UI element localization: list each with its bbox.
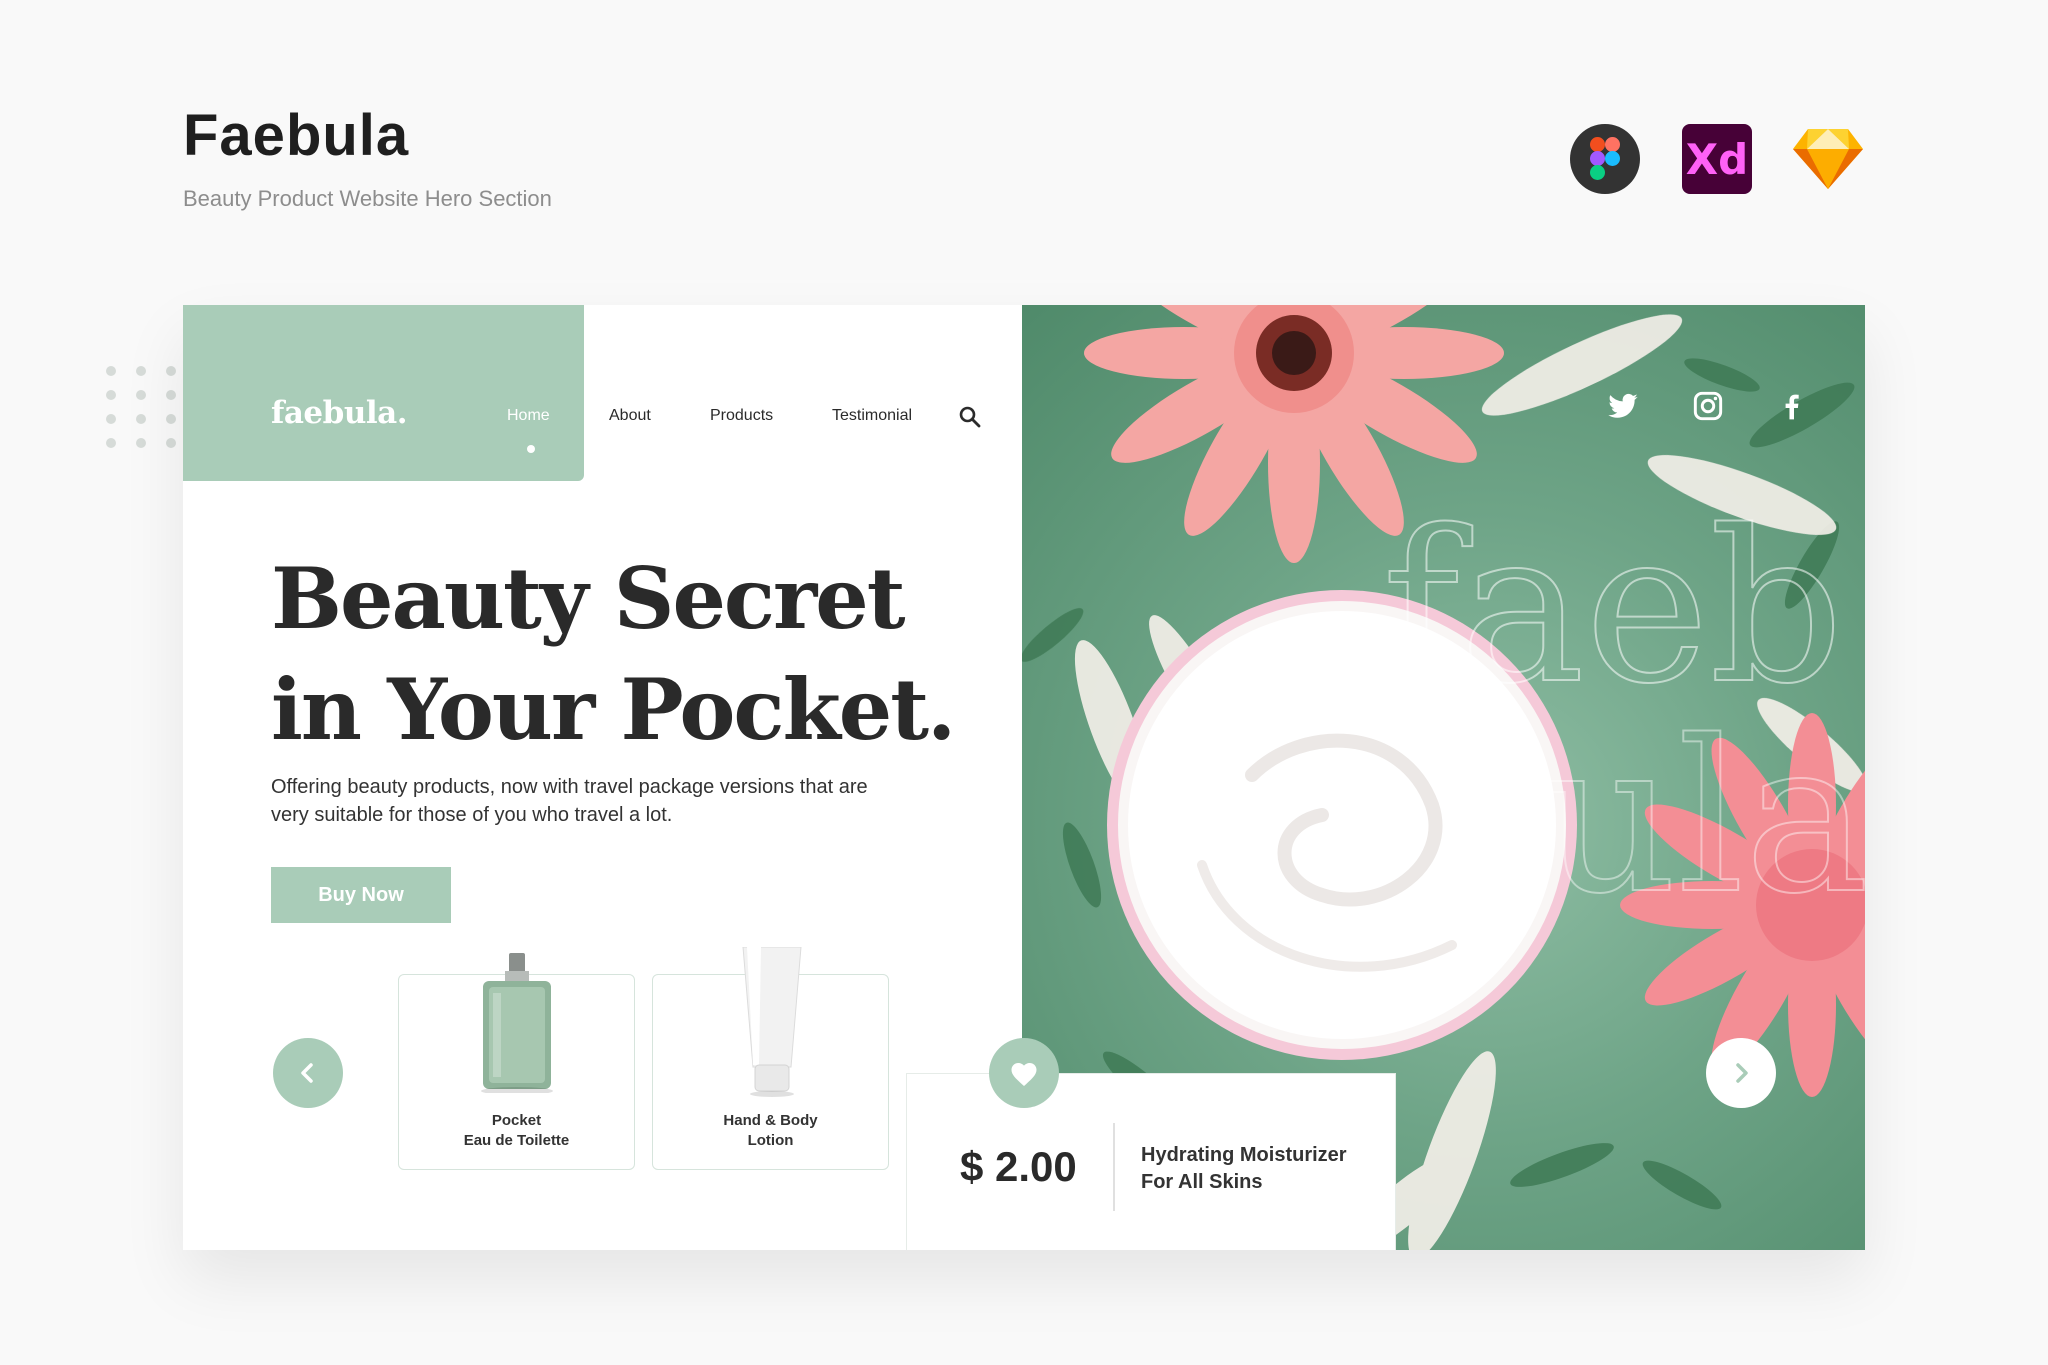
nav-active-indicator xyxy=(527,445,535,453)
sketch-icon xyxy=(1793,124,1863,194)
watermark-line1: faeb xyxy=(1382,485,1844,730)
hero-description: Offering beauty products, now with trave… xyxy=(271,776,868,826)
presentation-subtitle: Beauty Product Website Hero Section xyxy=(183,186,552,211)
product-card-hand-body-lotion[interactable]: Hand & Body Lotion xyxy=(652,947,889,1170)
product-label: Pocket Eau de Toilette xyxy=(463,1112,570,1149)
carousel-prev-button[interactable] xyxy=(273,1038,343,1108)
product-price: $ 2.00 xyxy=(960,1143,1077,1190)
product-label: Hand & Body Lotion xyxy=(723,1112,818,1149)
figma-icon xyxy=(1570,124,1640,194)
decorative-dots xyxy=(106,366,176,448)
product-card-eau-de-toilette[interactable]: Pocket Eau de Toilette xyxy=(398,953,635,1170)
site-logo[interactable]: faebula. xyxy=(271,395,408,431)
twitter-icon[interactable] xyxy=(1607,390,1639,422)
heart-icon xyxy=(1011,1063,1037,1086)
search-icon[interactable] xyxy=(958,405,982,429)
hero-headline-line2: in Your Pocket. xyxy=(271,660,956,759)
buy-now-button[interactable]: Buy Now xyxy=(271,867,451,923)
hero-headline-line1: Beauty Secret xyxy=(271,549,906,648)
logo-box: faebula. xyxy=(183,305,584,481)
carousel-next-button[interactable] xyxy=(1706,1038,1776,1108)
favorite-button[interactable] xyxy=(989,1038,1059,1108)
nav-about[interactable]: About xyxy=(609,407,651,425)
nav-home[interactable]: Home xyxy=(507,407,550,425)
watermark-line2: ula xyxy=(1542,695,1865,940)
hero-card: faebula. Home About Products Testimonial… xyxy=(183,305,1865,1250)
product-name: Hydrating Moisturizer For All Skins xyxy=(1141,1144,1347,1193)
facebook-icon[interactable] xyxy=(1776,390,1808,422)
xd-icon: Xd xyxy=(1682,124,1752,194)
presentation-title: Faebula xyxy=(183,103,410,168)
lotion-tube-image xyxy=(742,947,802,1097)
instagram-icon[interactable] xyxy=(1692,390,1724,422)
chevron-right-icon xyxy=(1736,1063,1748,1083)
perfume-bottle-image xyxy=(481,953,553,1093)
nav-testimonial[interactable]: Testimonial xyxy=(832,407,912,425)
price-divider xyxy=(1113,1123,1115,1211)
hero-headline: Beauty Secret in Your Pocket. xyxy=(271,543,971,765)
nav-products[interactable]: Products xyxy=(710,407,773,425)
chevron-left-icon xyxy=(301,1063,313,1083)
